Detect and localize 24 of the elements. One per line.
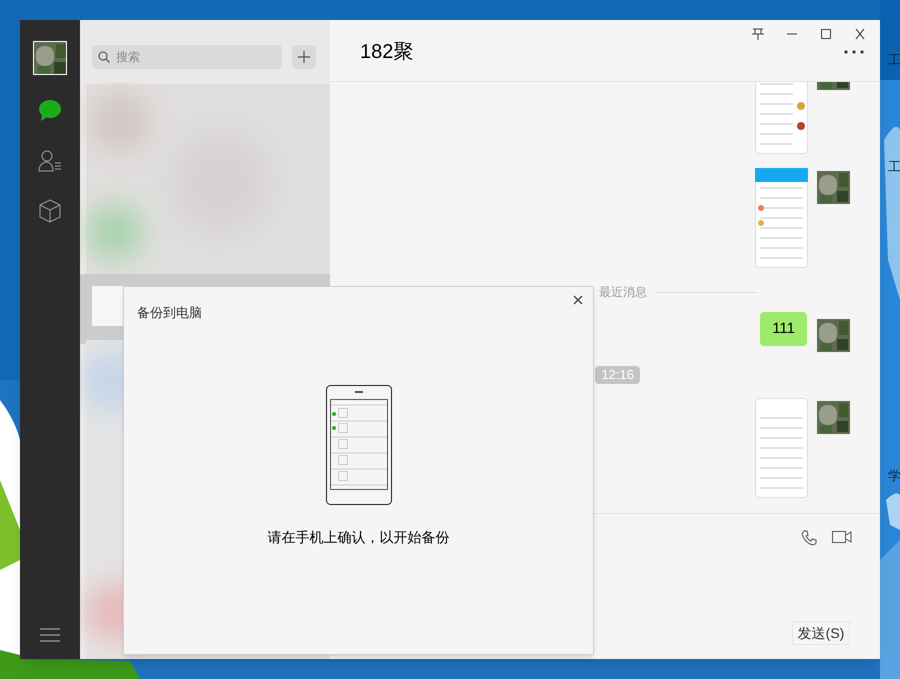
phone-icon[interactable] — [801, 530, 818, 546]
video-icon[interactable] — [832, 530, 852, 544]
plus-icon — [298, 51, 310, 63]
search-field[interactable]: 搜索 — [92, 45, 282, 69]
pin-icon[interactable] — [751, 28, 765, 40]
menu-icon[interactable] — [40, 628, 60, 642]
message-bubble: 111 — [760, 312, 807, 346]
chat-title: 182聚 — [360, 40, 414, 64]
cube-icon[interactable] — [38, 199, 62, 223]
contacts-icon[interactable] — [38, 149, 62, 173]
send-button[interactable]: 发送(S) — [792, 621, 850, 645]
close-icon[interactable] — [853, 28, 867, 40]
screenshot-thumbnail[interactable] — [755, 168, 808, 268]
screenshot-thumbnail[interactable] — [755, 82, 808, 154]
search-input[interactable]: 搜索 — [116, 48, 266, 66]
screenshot-thumbnail[interactable] — [755, 398, 808, 498]
chat-icon[interactable] — [38, 99, 62, 123]
add-button[interactable] — [292, 45, 316, 69]
timestamp: 12:16 — [595, 366, 640, 384]
search-icon — [98, 51, 110, 63]
close-icon[interactable] — [573, 295, 583, 305]
more-icon[interactable] — [844, 50, 864, 54]
maximize-icon[interactable] — [819, 28, 833, 40]
divider-label: 最近消息 — [599, 284, 647, 301]
